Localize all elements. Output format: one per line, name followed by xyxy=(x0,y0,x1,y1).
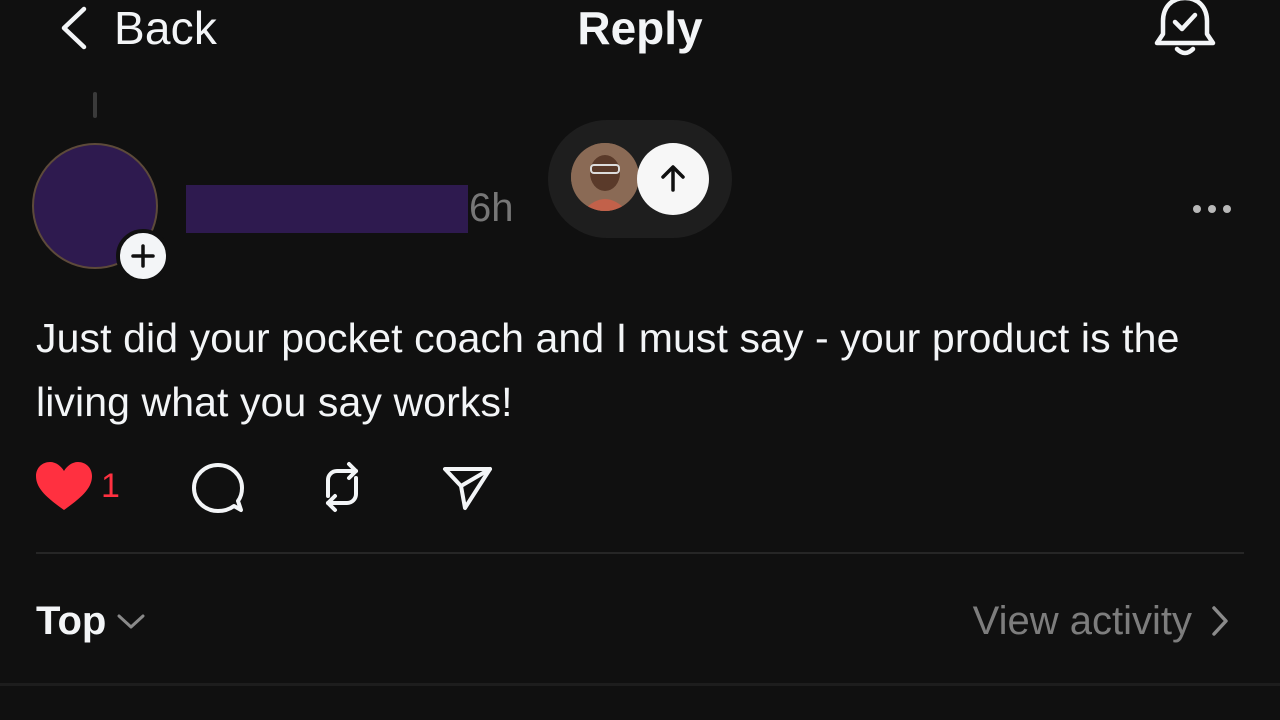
jump-to-parent-button[interactable] xyxy=(637,143,709,215)
context-user-avatar xyxy=(571,143,639,211)
like-count: 1 xyxy=(101,467,120,505)
repost-icon xyxy=(326,462,358,512)
author-username-redacted xyxy=(186,185,468,233)
divider xyxy=(36,552,1244,554)
bell-check-icon xyxy=(1154,0,1216,56)
comment-icon xyxy=(192,463,244,513)
post-timestamp: 6h xyxy=(469,186,514,230)
divider xyxy=(0,683,1280,686)
sort-dropdown[interactable]: Top xyxy=(36,594,146,648)
comment-button[interactable] xyxy=(190,460,246,514)
thread-line xyxy=(93,92,97,118)
back-button[interactable]: Back xyxy=(56,0,217,56)
chevron-right-icon xyxy=(1212,606,1228,636)
more-dot-icon xyxy=(1223,205,1231,213)
like-button[interactable] xyxy=(34,460,94,514)
back-label: Back xyxy=(114,2,218,54)
chevron-down-icon xyxy=(117,614,145,629)
more-dot-icon xyxy=(1193,205,1201,213)
notification-toggle-button[interactable] xyxy=(1148,0,1222,62)
plus-icon xyxy=(131,244,155,268)
view-activity-link[interactable]: View activity xyxy=(973,594,1230,648)
chevron-left-icon xyxy=(61,6,87,50)
follow-button[interactable] xyxy=(116,229,170,283)
send-icon xyxy=(443,467,492,510)
heart-icon xyxy=(36,462,92,510)
post-body-text: Just did your pocket coach and I must sa… xyxy=(36,315,1180,425)
share-button[interactable] xyxy=(440,460,496,514)
arrow-up-icon xyxy=(661,165,685,192)
sort-label: Top xyxy=(36,598,107,643)
more-dot-icon xyxy=(1208,205,1216,213)
repost-button[interactable] xyxy=(314,460,370,514)
reply-screen: Back Reply 6h Just did your pocket coach… xyxy=(0,0,1280,720)
view-activity-label: View activity xyxy=(972,598,1192,643)
more-options-button[interactable] xyxy=(1186,194,1238,224)
